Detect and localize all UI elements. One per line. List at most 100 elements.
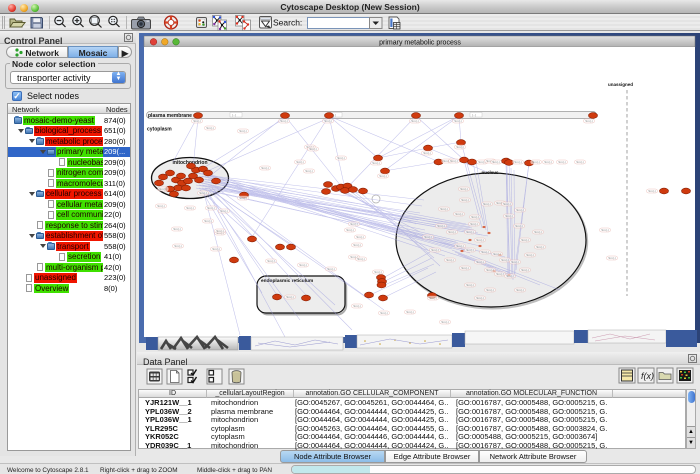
svg-text:Sm(-): Sm(-): [493, 252, 501, 256]
svg-text:Sm(-): Sm(-): [476, 238, 484, 242]
svg-text:Sm(-): Sm(-): [521, 238, 529, 242]
svg-text:Sm(-): Sm(-): [448, 230, 456, 234]
svg-text:Sm(-): Sm(-): [350, 222, 358, 226]
svg-text:Sm(-): Sm(-): [374, 270, 382, 274]
svg-text:Sm(-): Sm(-): [429, 296, 437, 300]
svg-text:[...]: [...]: [232, 113, 236, 117]
svg-text:Sm(-): Sm(-): [309, 147, 317, 151]
svg-text:Sm(-): Sm(-): [186, 206, 194, 210]
svg-text:Sm(-): Sm(-): [608, 256, 616, 260]
svg-text:Sm(-): Sm(-): [411, 119, 419, 123]
svg-text:Sm(-): Sm(-): [461, 198, 469, 202]
svg-text:Sm(-): Sm(-): [216, 229, 224, 233]
svg-text:Sm(-): Sm(-): [380, 311, 388, 315]
svg-text:Sm(-): Sm(-): [526, 253, 534, 257]
svg-text:Sm(-): Sm(-): [492, 160, 500, 164]
svg-text:Sm(-): Sm(-): [466, 230, 474, 234]
svg-text:Sm(-): Sm(-): [440, 207, 448, 211]
svg-text:Sm(-): Sm(-): [476, 260, 484, 264]
svg-text:Sm(-): Sm(-): [544, 160, 552, 164]
svg-text:Sm(-): Sm(-): [267, 259, 275, 263]
svg-text:Sm(-): Sm(-): [337, 156, 345, 160]
svg-text:Sm(-): Sm(-): [481, 250, 489, 254]
svg-text:Sm(-): Sm(-): [486, 268, 494, 272]
svg-text:Sm(-): Sm(-): [486, 288, 494, 292]
svg-text:Sm(-): Sm(-): [454, 119, 462, 123]
svg-text:Sm(-): Sm(-): [536, 245, 544, 249]
svg-text:Sm(-): Sm(-): [506, 274, 514, 278]
svg-text:Sm(-): Sm(-): [173, 227, 181, 231]
svg-text:cytoplasm: cytoplasm: [147, 127, 172, 133]
svg-text:Sm(-): Sm(-): [406, 310, 414, 314]
svg-text:Sm(-): Sm(-): [220, 209, 228, 213]
svg-text:Sm(-): Sm(-): [516, 288, 524, 292]
svg-text:Sm(-): Sm(-): [466, 283, 474, 287]
svg-text:Sm(-): Sm(-): [601, 228, 609, 232]
svg-text:Sm(-): Sm(-): [174, 244, 182, 248]
svg-text:Sm(-): Sm(-): [424, 235, 432, 239]
svg-text:f(x): f(x): [641, 371, 654, 381]
svg-text:Sm(-): Sm(-): [648, 189, 656, 193]
svg-text:Sm(-): Sm(-): [207, 206, 215, 210]
svg-text:Sm(-): Sm(-): [460, 187, 468, 191]
svg-text:Sm(-): Sm(-): [558, 160, 566, 164]
svg-text:Sm(-): Sm(-): [516, 208, 524, 212]
svg-text:Sm(-): Sm(-): [456, 244, 464, 248]
svg-text:Sm(-): Sm(-): [461, 266, 469, 270]
svg-text:Sm(-): Sm(-): [305, 169, 313, 173]
svg-text:Sm(-): Sm(-): [372, 161, 380, 165]
svg-text:Sm(-): Sm(-): [466, 248, 474, 252]
svg-text:Sm(-): Sm(-): [483, 202, 491, 206]
svg-text:Sm(-): Sm(-): [503, 202, 511, 206]
svg-text:Sm(-): Sm(-): [299, 263, 307, 267]
svg-text:Sm(-): Sm(-): [206, 126, 214, 130]
svg-text:Sm(-): Sm(-): [159, 187, 167, 191]
svg-text:Sm(-): Sm(-): [212, 247, 220, 251]
svg-text:Sm(-): Sm(-): [296, 160, 304, 164]
svg-text:Sm(-): Sm(-): [423, 151, 431, 155]
svg-text:Sm(-): Sm(-): [346, 228, 354, 232]
svg-text:Sm(-): Sm(-): [353, 304, 361, 308]
svg-text:Sm(-): Sm(-): [199, 191, 207, 195]
svg-text:primary metabolic process: primary metabolic process: [379, 40, 461, 47]
svg-text:Sm(-): Sm(-): [441, 320, 449, 324]
svg-text:Sm(-): Sm(-): [286, 295, 294, 299]
svg-text:Sm(-): Sm(-): [280, 119, 288, 123]
svg-text:Sm(-): Sm(-): [446, 258, 454, 262]
svg-text:Sm(-): Sm(-): [471, 215, 479, 219]
svg-text:unassigned: unassigned: [608, 82, 633, 87]
svg-text:Sm(-): Sm(-): [239, 129, 247, 133]
svg-text:Sm(-): Sm(-): [204, 219, 212, 223]
svg-text:Search:: Search:: [273, 18, 302, 28]
svg-text:Sm(-): Sm(-): [193, 119, 201, 123]
svg-text:Sm(-): Sm(-): [431, 248, 439, 252]
svg-text:Sm(-): Sm(-): [521, 268, 529, 272]
svg-text:Sm(-): Sm(-): [356, 235, 364, 239]
svg-text:Sm(-): Sm(-): [157, 204, 165, 208]
svg-text:Sm(-): Sm(-): [511, 260, 519, 264]
svg-text:Sm(-): Sm(-): [379, 174, 387, 178]
svg-text:Sm(-): Sm(-): [505, 214, 513, 218]
svg-text:Sm(-): Sm(-): [576, 160, 584, 164]
svg-text:Sm(-): Sm(-): [470, 222, 478, 226]
svg-text:Sm(-): Sm(-): [496, 272, 504, 276]
svg-text:Sm(-): Sm(-): [534, 230, 542, 234]
svg-text:Sm(-): Sm(-): [261, 166, 269, 170]
svg-text:Sm(-): Sm(-): [514, 160, 522, 164]
svg-text:Sm(-): Sm(-): [327, 267, 335, 271]
svg-text:Sm(-): Sm(-): [585, 119, 593, 123]
svg-text:Sm(-): Sm(-): [239, 196, 247, 200]
svg-text:Sm(-): Sm(-): [324, 119, 332, 123]
svg-text:Sm(-): Sm(-): [501, 258, 509, 262]
svg-text:Sm(-): Sm(-): [532, 160, 540, 164]
svg-text:Sm(-): Sm(-): [357, 257, 365, 261]
svg-text:plasma membrane: plasma membrane: [148, 113, 192, 119]
svg-text:Sm(-): Sm(-): [456, 145, 464, 149]
svg-text:Sm(-): Sm(-): [353, 243, 361, 247]
svg-text:[...]: [...]: [472, 113, 476, 117]
svg-text:Sm(-): Sm(-): [437, 224, 445, 228]
svg-text:Sm(-): Sm(-): [476, 296, 484, 300]
svg-text:Sm(-): Sm(-): [515, 224, 523, 228]
svg-text:Sm(-): Sm(-): [450, 159, 458, 163]
svg-text:Sm(-): Sm(-): [455, 212, 463, 216]
